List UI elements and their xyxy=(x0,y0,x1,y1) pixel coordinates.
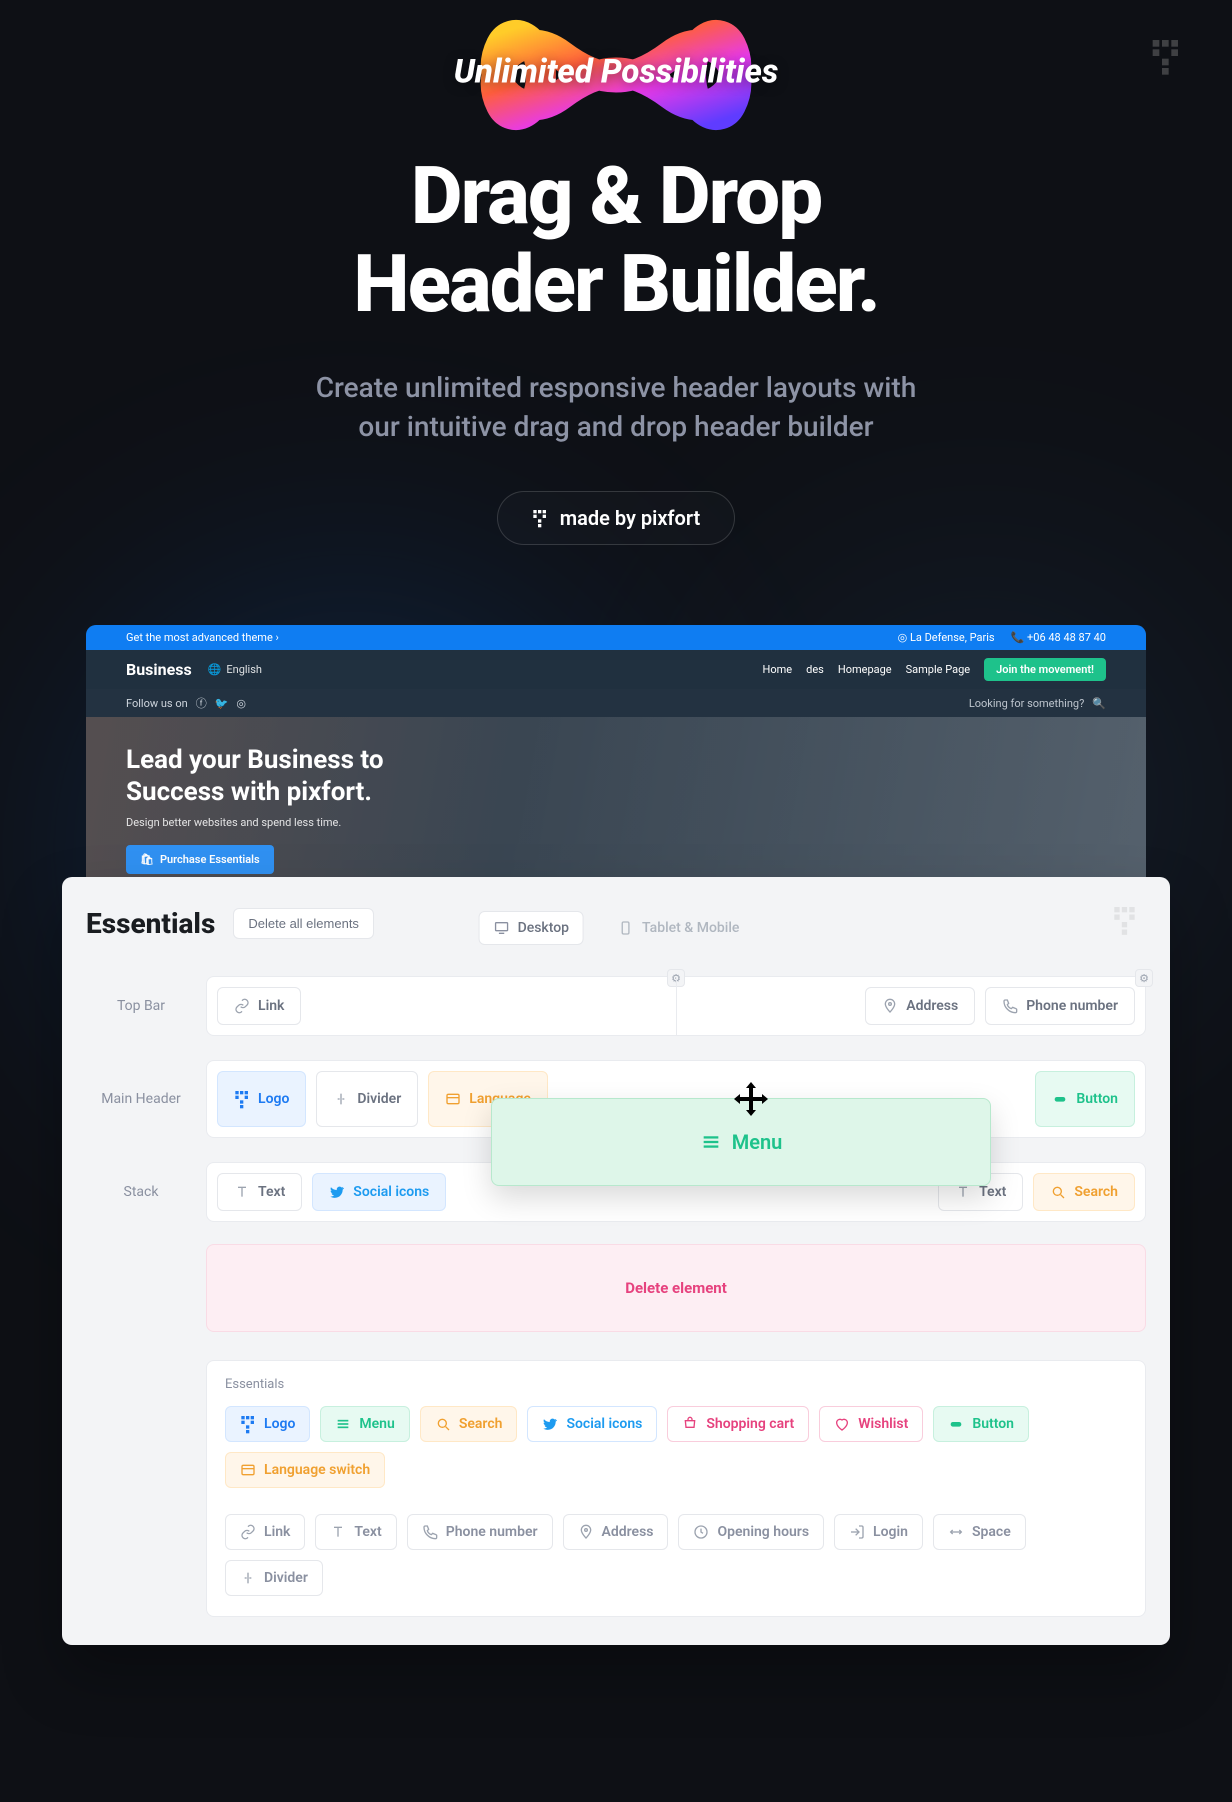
pin-icon xyxy=(882,998,898,1014)
palette-wishlist[interactable]: Wishlist xyxy=(819,1406,923,1442)
search-icon xyxy=(435,1416,451,1432)
palette-phone[interactable]: Phone number xyxy=(407,1514,553,1550)
preview-brand: Business xyxy=(126,660,192,679)
space-icon xyxy=(948,1524,964,1540)
preview-hero-title: Lead your Business toSuccess with pixfor… xyxy=(126,745,1106,807)
phone-icon xyxy=(1002,998,1018,1014)
viewport-mobile-tab[interactable]: Tablet & Mobile xyxy=(604,912,753,944)
hero-subtitle: Create unlimited responsive header layou… xyxy=(0,368,1232,446)
preview-language: 🌐 English xyxy=(208,663,262,676)
twitter-icon xyxy=(329,1184,345,1200)
palette-login[interactable]: Login xyxy=(834,1514,923,1550)
language-icon xyxy=(445,1091,461,1107)
pixfort-icon xyxy=(240,1416,256,1432)
palette-button[interactable]: Button xyxy=(933,1406,1029,1442)
header-preview: Get the most advanced theme › ◎ La Defen… xyxy=(86,625,1146,897)
gear-icon[interactable]: ⚙ xyxy=(1135,969,1153,987)
infinity-logo: Unlimited Possibilities xyxy=(466,0,766,150)
row-label-topbar: Top Bar xyxy=(86,998,206,1014)
preview-phone: 📞 +06 48 48 87 40 xyxy=(1011,631,1106,644)
row-label-stack: Stack xyxy=(86,1184,206,1200)
palette-space[interactable]: Space xyxy=(933,1514,1026,1550)
palette-search[interactable]: Search xyxy=(420,1406,518,1442)
chip-logo[interactable]: Logo xyxy=(217,1071,306,1127)
palette-label: Essentials xyxy=(225,1377,1127,1392)
preview-search: Looking for something?🔍 xyxy=(969,697,1106,710)
text-icon xyxy=(234,1184,250,1200)
text-icon xyxy=(955,1184,971,1200)
delete-all-button[interactable]: Delete all elements xyxy=(233,908,374,939)
gear-icon[interactable]: ⚙ xyxy=(667,969,685,987)
chip-search[interactable]: Search xyxy=(1033,1173,1135,1211)
heart-icon xyxy=(834,1416,850,1432)
palette-logo[interactable]: Logo xyxy=(225,1406,310,1442)
divider-icon xyxy=(240,1570,256,1586)
palette-hours[interactable]: Opening hours xyxy=(678,1514,824,1550)
link-icon xyxy=(240,1524,256,1540)
made-by-pill[interactable]: made by pixfort xyxy=(497,491,736,545)
divider-icon xyxy=(333,1091,349,1107)
preview-purchase-button: 🛍 Purchase Essentials xyxy=(126,845,274,874)
button-icon xyxy=(1052,1091,1068,1107)
preview-hero-sub: Design better websites and spend less ti… xyxy=(126,816,1106,829)
pin-icon xyxy=(578,1524,594,1540)
preview-address: ◎ La Defense, Paris xyxy=(898,631,995,644)
link-icon xyxy=(234,998,250,1014)
hero-badge: Unlimited Possibilities xyxy=(454,53,779,92)
chip-text[interactable]: Text xyxy=(217,1173,302,1211)
menu-icon xyxy=(700,1131,722,1153)
chip-social[interactable]: Social icons xyxy=(312,1173,446,1211)
language-icon xyxy=(240,1462,256,1478)
pixfort-icon xyxy=(532,510,548,526)
menu-icon xyxy=(335,1416,351,1432)
cart-icon xyxy=(682,1416,698,1432)
palette-link[interactable]: Link xyxy=(225,1514,305,1550)
tablet-icon xyxy=(618,920,634,936)
palette-divider[interactable]: Divider xyxy=(225,1560,323,1596)
chip-phone[interactable]: Phone number xyxy=(985,987,1135,1025)
palette-menu[interactable]: Menu xyxy=(320,1406,409,1442)
palette-address[interactable]: Address xyxy=(563,1514,669,1550)
chip-link[interactable]: Link xyxy=(217,987,301,1025)
hero-title: Drag & DropHeader Builder. xyxy=(0,152,1232,328)
viewport-desktop-tab[interactable]: Desktop xyxy=(479,911,584,945)
pixfort-icon xyxy=(234,1091,250,1107)
search-icon xyxy=(1050,1184,1066,1200)
text-icon xyxy=(330,1524,346,1540)
preview-topbar-left: Get the most advanced theme › xyxy=(126,631,279,644)
builder-title: Essentials xyxy=(86,907,215,940)
pixfort-logo-icon xyxy=(1112,907,1138,937)
chip-address[interactable]: Address xyxy=(865,987,975,1025)
move-cursor-icon xyxy=(731,1080,771,1120)
topbar-drop-area[interactable]: ⚙ ⚙ Link Address Phone number xyxy=(206,976,1146,1036)
login-icon xyxy=(849,1524,865,1540)
twitter-icon xyxy=(542,1416,558,1432)
button-icon xyxy=(948,1416,964,1432)
palette-language[interactable]: Language switch xyxy=(225,1452,385,1488)
clock-icon xyxy=(693,1524,709,1540)
chip-button[interactable]: Button xyxy=(1035,1071,1135,1127)
phone-icon xyxy=(422,1524,438,1540)
desktop-icon xyxy=(494,920,510,936)
preview-follow: Follow us on ⓕ🐦◎ xyxy=(126,695,246,711)
row-label-main: Main Header xyxy=(86,1091,206,1107)
palette-cart[interactable]: Shopping cart xyxy=(667,1406,809,1442)
delete-drop-zone[interactable]: Delete element xyxy=(206,1244,1146,1332)
header-builder-panel: Essentials Delete all elements Desktop T… xyxy=(62,877,1170,1645)
palette-social[interactable]: Social icons xyxy=(527,1406,657,1442)
palette-text[interactable]: Text xyxy=(315,1514,396,1550)
preview-cta: Join the movement! xyxy=(984,658,1106,681)
elements-palette: Essentials Logo Menu Search Social icons… xyxy=(206,1360,1146,1617)
chip-divider[interactable]: Divider xyxy=(316,1071,418,1127)
